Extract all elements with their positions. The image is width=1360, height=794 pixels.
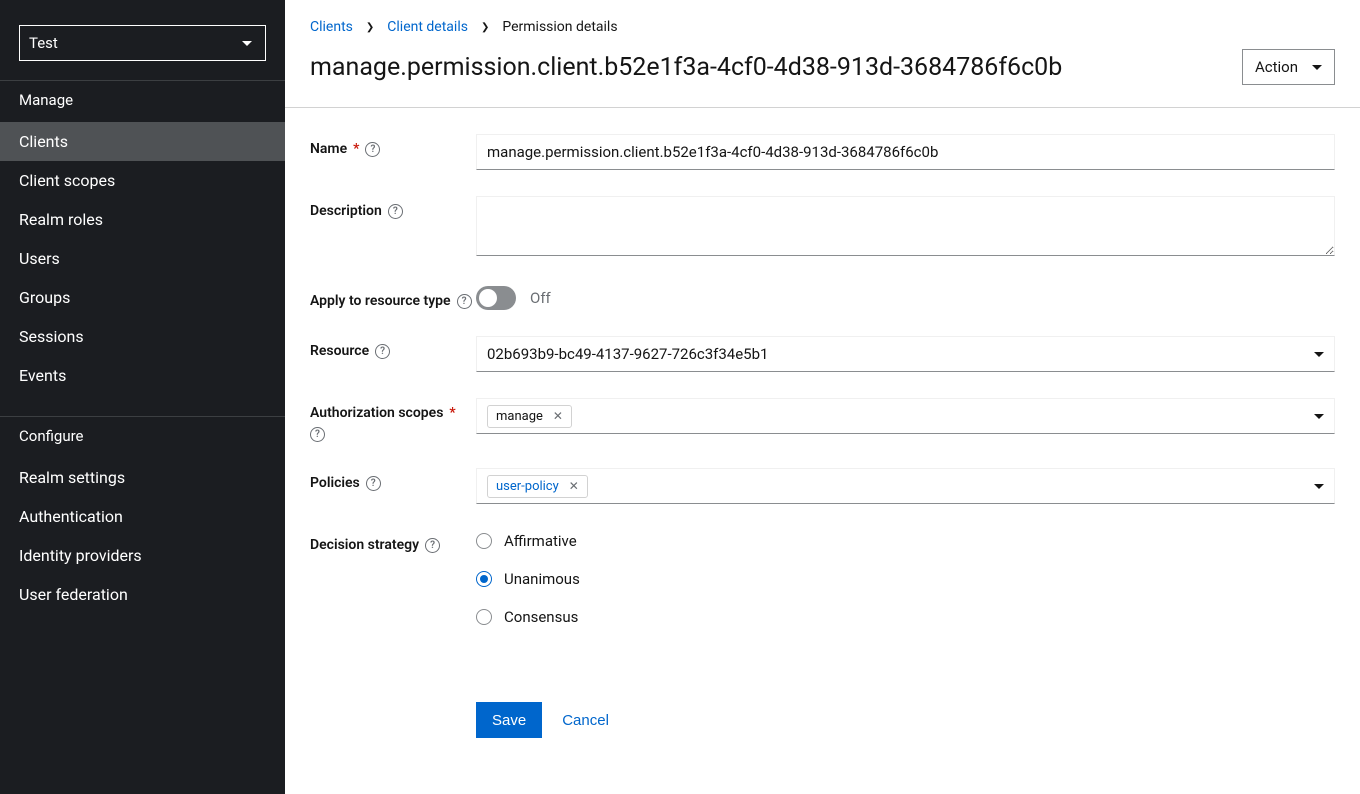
label-policies: Policies ?: [310, 468, 476, 504]
label-description: Description ?: [310, 196, 476, 260]
sidebar: Test Manage ClientsClient scopesRealm ro…: [0, 0, 285, 794]
sidebar-section-configure: Configure: [0, 416, 285, 458]
help-icon[interactable]: ?: [388, 204, 403, 219]
permission-form: Name * ? Description ?: [285, 108, 1360, 764]
sidebar-item-realm-roles[interactable]: Realm roles: [0, 200, 285, 239]
sidebar-item-user-federation[interactable]: User federation: [0, 575, 285, 614]
sidebar-item-clients[interactable]: Clients: [0, 122, 285, 161]
radio-option-affirmative[interactable]: Affirmative: [476, 532, 1335, 550]
policy-chip: user-policy✕: [487, 475, 588, 498]
resource-select[interactable]: 02b693b9-bc49-4137-9627-726c3f34e5b1: [476, 336, 1335, 372]
remove-chip-icon[interactable]: ✕: [569, 480, 579, 492]
sidebar-item-groups[interactable]: Groups: [0, 278, 285, 317]
policies-select[interactable]: user-policy✕: [476, 468, 1335, 504]
realm-selector[interactable]: Test: [19, 25, 266, 61]
page-title: manage.permission.client.b52e1f3a-4cf0-4…: [310, 53, 1062, 82]
auth-scopes-select[interactable]: manage✕: [476, 398, 1335, 434]
radio-option-unanimous[interactable]: Unanimous: [476, 570, 1335, 588]
action-dropdown[interactable]: Action: [1242, 49, 1335, 85]
radio-label: Consensus: [504, 608, 578, 626]
realm-selected: Test: [29, 34, 58, 52]
action-label: Action: [1255, 58, 1298, 76]
sidebar-section-manage: Manage: [0, 80, 285, 122]
radio-icon: [476, 609, 492, 625]
main-content: Clients ❯ Client details ❯ Permission detail…: [285, 0, 1360, 794]
switch-state-label: Off: [530, 289, 551, 307]
radio-label: Unanimous: [504, 570, 580, 588]
breadcrumb-item[interactable]: Client details: [387, 19, 468, 35]
sidebar-item-users[interactable]: Users: [0, 239, 285, 278]
resource-value: 02b693b9-bc49-4137-9627-726c3f34e5b1: [487, 345, 768, 363]
name-input[interactable]: [476, 134, 1335, 170]
breadcrumb: Clients ❯ Client details ❯ Permission detail…: [285, 0, 1360, 35]
description-input[interactable]: [476, 196, 1335, 256]
help-icon[interactable]: ?: [310, 427, 325, 442]
radio-label: Affirmative: [504, 532, 577, 550]
save-button[interactable]: Save: [476, 702, 542, 738]
radio-icon: [476, 571, 492, 587]
sidebar-item-client-scopes[interactable]: Client scopes: [0, 161, 285, 200]
label-resource: Resource ?: [310, 336, 476, 372]
help-icon[interactable]: ?: [457, 294, 472, 309]
cancel-button[interactable]: Cancel: [562, 712, 609, 729]
sidebar-item-realm-settings[interactable]: Realm settings: [0, 458, 285, 497]
chevron-right-icon: ❯: [481, 22, 489, 33]
apply-resource-type-switch[interactable]: [476, 286, 516, 310]
page-header: manage.permission.client.b52e1f3a-4cf0-4…: [285, 35, 1360, 108]
remove-chip-icon[interactable]: ✕: [553, 410, 563, 422]
sidebar-item-sessions[interactable]: Sessions: [0, 317, 285, 356]
caret-down-icon: [1314, 484, 1324, 489]
caret-down-icon: [1314, 352, 1324, 357]
help-icon[interactable]: ?: [425, 538, 440, 553]
help-icon[interactable]: ?: [365, 142, 380, 157]
radio-option-consensus[interactable]: Consensus: [476, 608, 1335, 626]
radio-icon: [476, 533, 492, 549]
caret-down-icon: [242, 41, 252, 46]
sidebar-item-events[interactable]: Events: [0, 356, 285, 395]
label-name: Name * ?: [310, 134, 476, 170]
help-icon[interactable]: ?: [366, 476, 381, 491]
chevron-right-icon: ❯: [366, 22, 374, 33]
sidebar-item-authentication[interactable]: Authentication: [0, 497, 285, 536]
breadcrumb-item[interactable]: Clients: [310, 19, 353, 35]
label-decision-strategy: Decision strategy ?: [310, 530, 476, 626]
help-icon[interactable]: ?: [375, 344, 390, 359]
label-auth-scopes: Authorization scopes * ?: [310, 398, 476, 442]
scope-chip: manage✕: [487, 405, 572, 428]
caret-down-icon: [1312, 65, 1322, 70]
breadcrumb-item: Permission details: [502, 19, 617, 35]
label-apply-resource-type: Apply to resource type ?: [310, 286, 476, 310]
sidebar-item-identity-providers[interactable]: Identity providers: [0, 536, 285, 575]
caret-down-icon: [1314, 414, 1324, 419]
